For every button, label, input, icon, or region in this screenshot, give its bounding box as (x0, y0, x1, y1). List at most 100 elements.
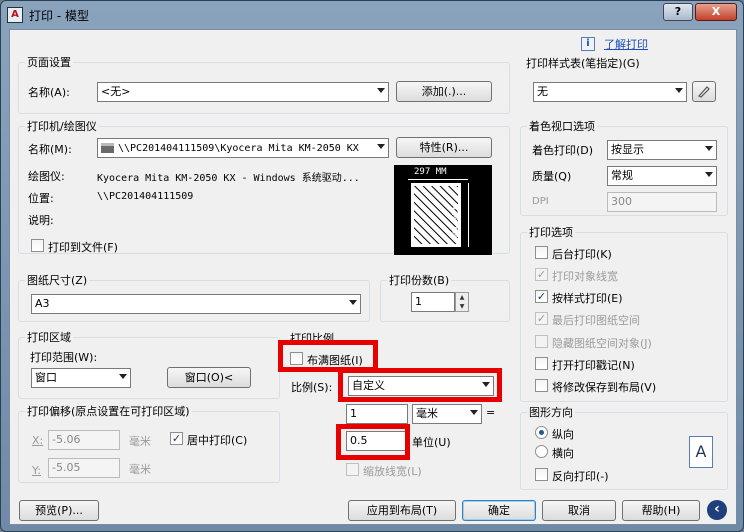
copies-input[interactable]: 1 (411, 292, 455, 312)
scale-equals-sign: = (486, 406, 496, 419)
fit-to-paper-checkbox[interactable] (290, 352, 303, 365)
location-value: \\PC201404111509 (97, 191, 194, 202)
printer-name-select[interactable]: \\PC201404111509\Kyocera Mita KM-2050 KX (97, 138, 389, 158)
center-plot-checkbox[interactable]: ✓ (170, 432, 183, 445)
edit-style-table-button[interactable] (692, 81, 716, 102)
title-bar: A 打印 - 模型 ? X (1, 1, 743, 29)
scale-lineweights-label: 缩放线宽(L) (363, 465, 422, 478)
save-to-layout-label: 将修改保存到布局(V) (552, 381, 657, 394)
dpi-input[interactable]: 300 (607, 192, 717, 212)
window-title: 打印 - 模型 (29, 9, 89, 23)
paper-height-dimension-line (468, 183, 469, 247)
save-to-layout-checkbox[interactable] (535, 379, 548, 392)
add-page-setup-button[interactable]: 添加(.)... (396, 81, 492, 102)
style-table-title: 打印样式表(笔指定)(G) (526, 57, 640, 70)
background-plot-checkbox[interactable] (535, 246, 548, 259)
plot-offset-title: 打印偏移(原点设置在可打印区域) (25, 403, 192, 419)
hide-paperspace-objects-checkbox[interactable] (535, 335, 548, 348)
print-to-file-label: 打印到文件(F) (48, 241, 118, 254)
print-dialog: A 打印 - 模型 ? X i 了解打印 页面设置 名称(A): <无> 添加(… (0, 0, 744, 532)
printer-properties-button[interactable]: 特性(R)... (396, 137, 492, 158)
description-label: 说明: (28, 214, 54, 227)
help-title-button[interactable]: ? (663, 3, 693, 21)
chevron-down-icon (482, 382, 490, 387)
center-plot-label: 居中打印(C) (187, 434, 248, 447)
printer-title: 打印机/绘图仪 (25, 118, 99, 134)
chevron-down-icon (705, 172, 713, 177)
shade-plot-select[interactable]: 按显示 (607, 140, 717, 160)
plot-range-select[interactable]: 窗口 (31, 368, 131, 388)
style-table-value: 无 (537, 85, 548, 98)
preview-button[interactable]: 预览(P)... (19, 500, 99, 521)
shade-plot-label: 着色打印(D) (532, 144, 594, 157)
shade-plot-value: 按显示 (611, 143, 644, 156)
scale-unit-select[interactable]: 毫米 (412, 404, 482, 424)
plot-stamp-checkbox[interactable] (535, 357, 548, 370)
offset-y-label: Y: (32, 464, 41, 477)
paper-width-dimension: 297 MM (414, 167, 447, 177)
plot-scale-title: 打印比例 (290, 332, 334, 345)
location-label: 位置: (28, 192, 54, 205)
page-setup-name-select[interactable]: <无> (97, 82, 389, 102)
dpi-label: DPI (532, 196, 549, 207)
chevron-down-icon (377, 144, 385, 149)
plot-lineweights-label: 打印对象线宽 (552, 270, 618, 283)
landscape-label: 横向 (552, 447, 574, 460)
learn-print-link[interactable]: 了解打印 (604, 36, 648, 52)
scale-denominator-input[interactable]: 0.5 (346, 431, 408, 451)
reverse-plot-checkbox[interactable] (535, 468, 548, 481)
paper-preview: 297 MM 420 MM (394, 165, 492, 255)
scale-select[interactable]: 自定义 (348, 376, 494, 396)
portrait-page-icon: A (689, 436, 713, 468)
portrait-label: 纵向 (552, 428, 574, 441)
plot-lineweights-checkbox[interactable]: ✓ (535, 268, 548, 281)
close-button[interactable]: X (695, 3, 737, 21)
plot-paperspace-last-label: 最后打印图纸空间 (552, 314, 640, 327)
offset-y-input[interactable]: -5.05 (48, 458, 120, 478)
page-setup-name-label: 名称(A): (28, 86, 70, 99)
apply-to-layout-button[interactable]: 应用到布局(T) (348, 500, 456, 521)
ok-button[interactable]: 确定 (462, 500, 536, 521)
scale-numerator-input[interactable]: 1 (346, 404, 408, 424)
info-icon: i (581, 37, 595, 51)
chevron-down-icon (675, 88, 683, 93)
style-table-select[interactable]: 无 (533, 82, 687, 102)
paper-width-dimension-line (408, 179, 468, 180)
help-button[interactable]: 帮助(H) (622, 500, 700, 521)
reverse-plot-label: 反向打印(-) (552, 470, 609, 483)
hide-paperspace-objects-label: 隐藏图纸空间对象(J) (552, 337, 652, 350)
scale-lineweights-checkbox[interactable] (346, 463, 359, 476)
chevron-down-icon (705, 146, 713, 151)
quality-select[interactable]: 常规 (607, 166, 717, 186)
plot-paperspace-last-checkbox[interactable]: ✓ (535, 312, 548, 325)
collapse-options-button[interactable]: ‹ (707, 500, 727, 520)
plot-with-styles-label: 按样式打印(E) (552, 292, 623, 305)
background-plot-label: 后台打印(K) (552, 248, 612, 261)
plot-with-styles-checkbox[interactable]: ✓ (535, 290, 548, 303)
plot-range-label: 打印范围(W): (30, 351, 98, 364)
chevron-down-icon (119, 374, 127, 379)
plot-area-title: 打印区域 (25, 329, 73, 345)
dialog-client: i 了解打印 页面设置 名称(A): <无> 添加(.)... 打印机/绘图仪 … (9, 29, 737, 525)
window-pick-button[interactable]: 窗口(O)< (167, 367, 251, 388)
paper-size-select[interactable]: A3 (31, 294, 361, 314)
orientation-title: 图形方向 (527, 404, 575, 420)
quality-label: 质量(Q) (532, 170, 572, 183)
scale-label: 比例(S): (291, 381, 333, 394)
landscape-radio[interactable] (535, 445, 548, 458)
scale-unit-value: 毫米 (416, 407, 438, 420)
printer-name-label: 名称(M): (28, 143, 72, 156)
offset-x-label: X: (32, 434, 44, 447)
chevron-down-icon (470, 410, 478, 415)
paper-height-dimension: 420 MM (449, 205, 459, 238)
printer-icon (101, 143, 114, 153)
chevron-down-icon (377, 88, 385, 93)
copies-spinner[interactable]: ▲ ▼ (455, 292, 469, 312)
offset-x-input[interactable]: -5.06 (48, 430, 120, 450)
portrait-radio[interactable] (535, 426, 548, 439)
print-to-file-checkbox[interactable] (31, 239, 44, 252)
fit-to-paper-label: 布满图纸(I) (307, 354, 363, 367)
offset-y-unit: 毫米 (129, 463, 151, 476)
quality-value: 常规 (611, 169, 633, 182)
cancel-button[interactable]: 取消 (542, 500, 616, 521)
